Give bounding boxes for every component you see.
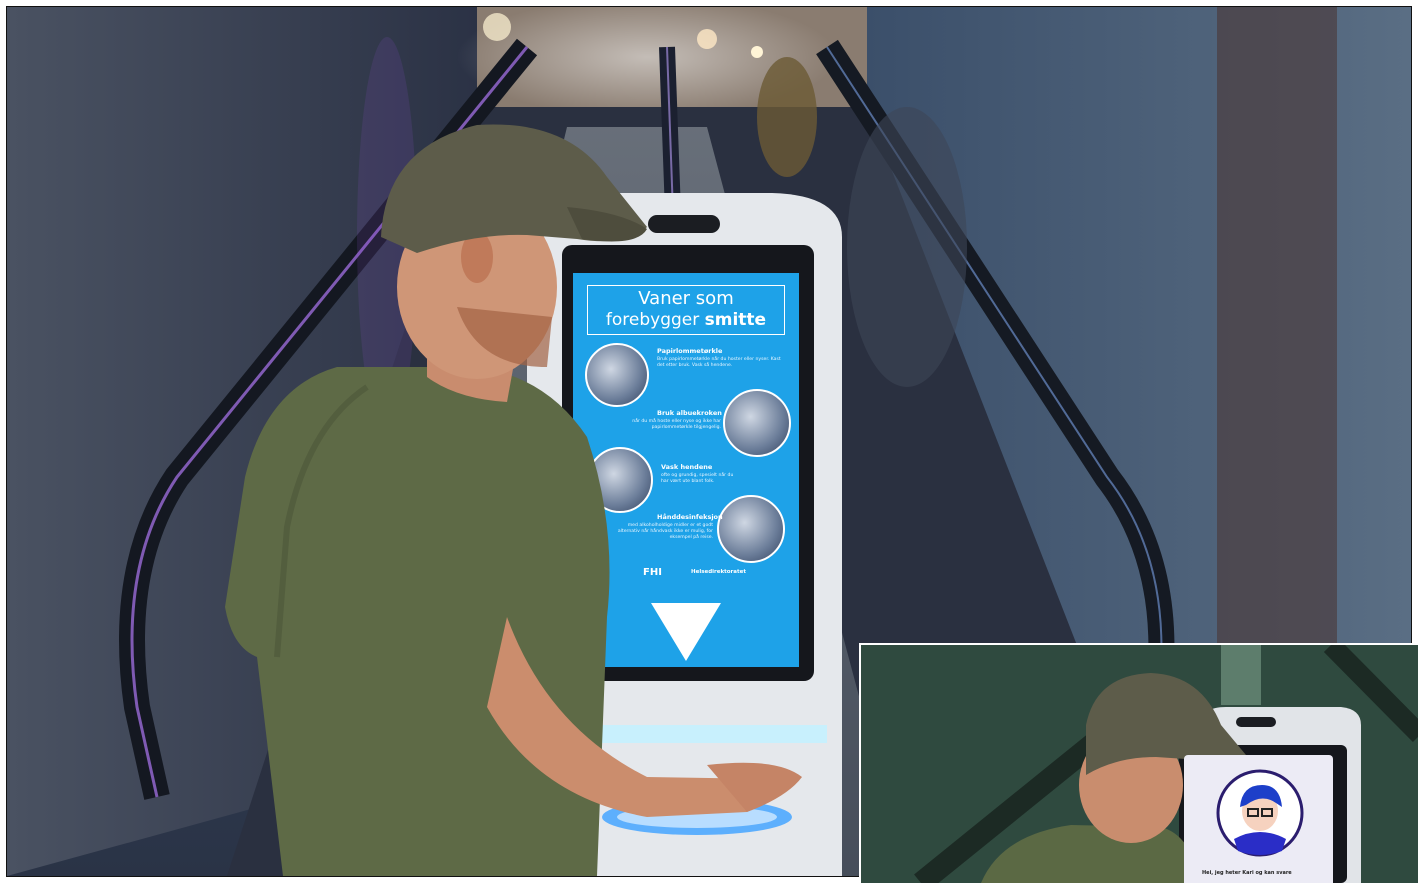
inset-kiosk-screen [1184,755,1333,883]
inset-photo: Hei, jeg heter Kari og kan svare [859,643,1418,885]
avatar-icon [1216,769,1304,857]
inset-scene [861,645,1418,883]
inset-speech-text: Hei, jeg heter Kari og kan svare [1202,870,1292,876]
